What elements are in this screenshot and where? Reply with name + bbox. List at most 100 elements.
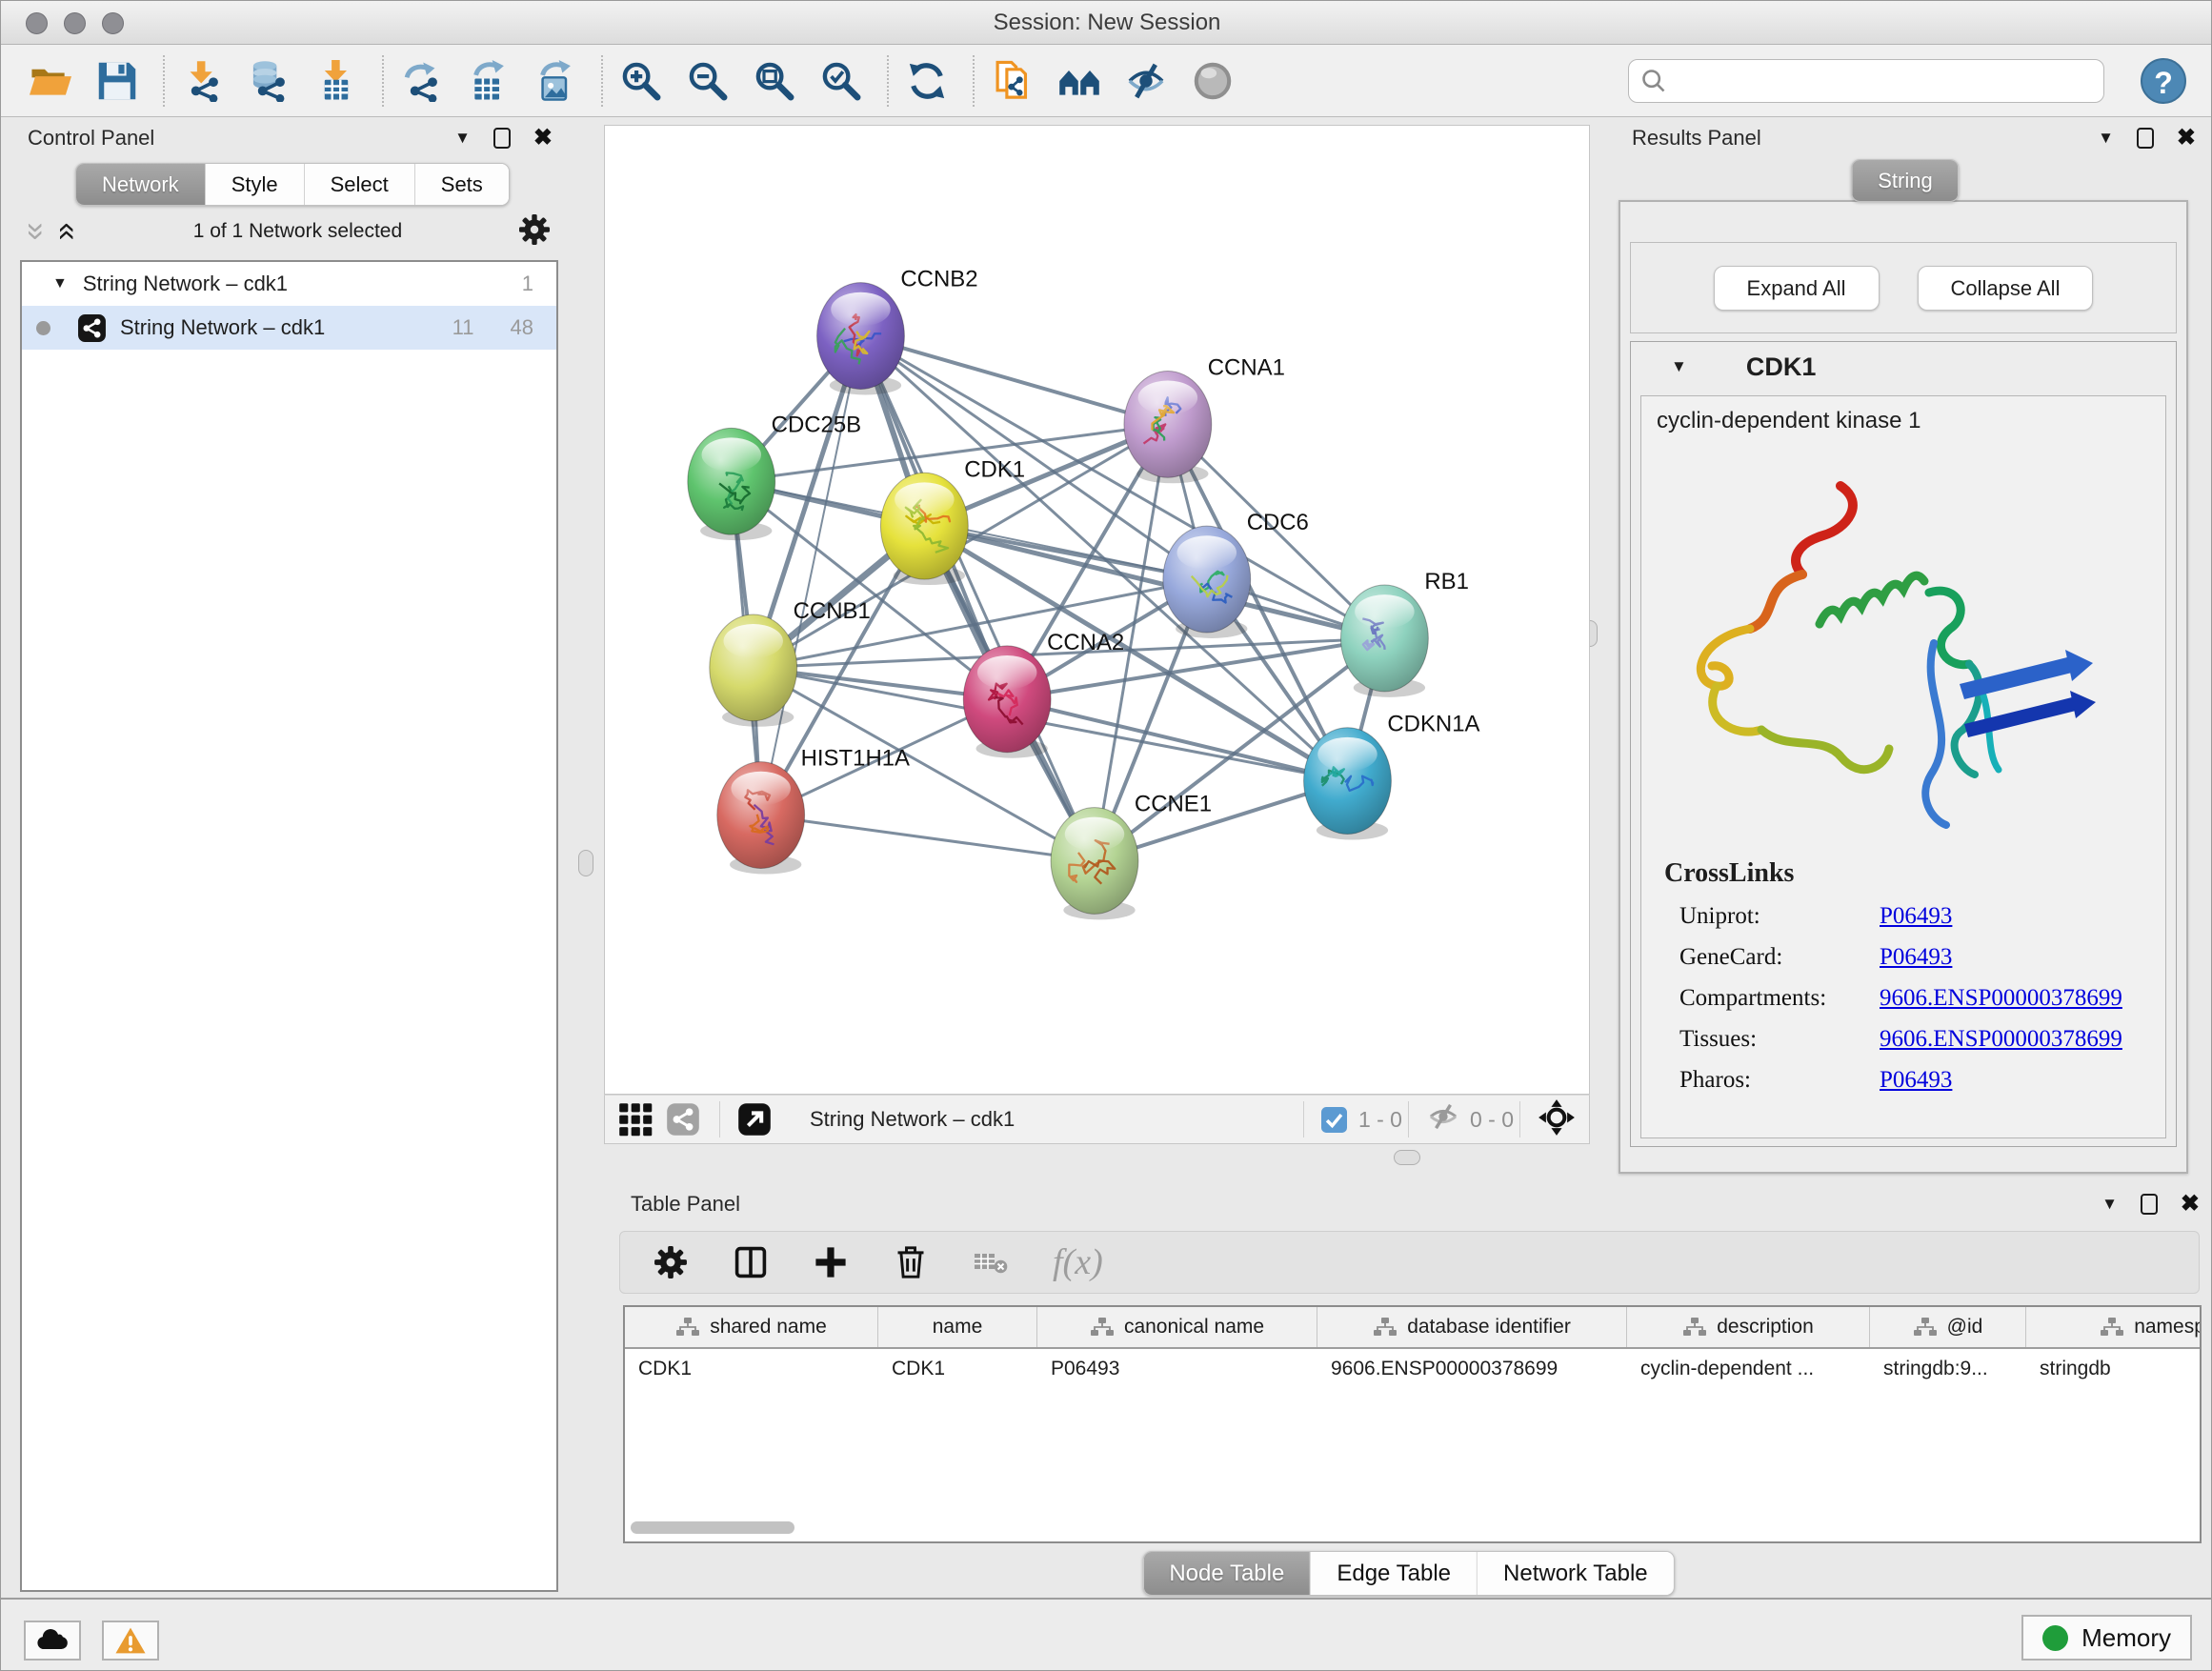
edge-CCNA2-CDKN1A[interactable] <box>1007 699 1347 781</box>
collapse-all-icon[interactable]: » <box>27 223 46 241</box>
edge-CCNB2-HIST1H1A[interactable] <box>761 336 861 815</box>
tab-select[interactable]: Select <box>305 164 415 205</box>
edge-HIST1H1A-CCNE1[interactable] <box>761 815 1095 861</box>
panel-maximize-icon[interactable] <box>493 128 511 149</box>
tab-sets[interactable]: Sets <box>415 164 509 205</box>
maximize-window-button[interactable] <box>102 12 124 34</box>
warning-icon <box>113 1626 148 1655</box>
hide-selected-icon <box>1125 60 1167 102</box>
open-session-button[interactable] <box>28 58 73 104</box>
gene-description: cyclin-dependent kinase 1 <box>1657 408 2165 434</box>
bottom-splitter-handle[interactable] <box>1394 1150 1420 1165</box>
collection-caret-icon[interactable]: ▼ <box>52 275 68 292</box>
crosslink-value-link[interactable]: 9606.ENSP00000378699 <box>1880 1026 2122 1053</box>
table-close-icon[interactable]: ✖ <box>2181 1194 2200 1215</box>
zoom-out-button[interactable] <box>685 58 731 104</box>
horizontal-scrollbar[interactable] <box>631 1521 794 1534</box>
node-CCNE1[interactable]: CCNE1 <box>1051 792 1212 920</box>
crosslink-value-link[interactable]: P06493 <box>1880 944 1952 971</box>
refresh-layout-button[interactable] <box>904 58 950 104</box>
tab-network-table[interactable]: Network Table <box>1478 1552 1674 1595</box>
show-all-button[interactable] <box>1190 58 1236 104</box>
network-tree: ▼ String Network – cdk1 1 String Network… <box>20 260 558 1592</box>
column-header-canonical-name[interactable]: canonical name <box>1037 1307 1317 1347</box>
export-image-button[interactable] <box>533 58 578 104</box>
tab-style[interactable]: Style <box>206 164 305 205</box>
first-neighbors-button[interactable] <box>1056 58 1102 104</box>
edge-CCNB2-CCNE1[interactable] <box>860 336 1095 861</box>
search-input[interactable] <box>1675 62 2103 100</box>
node-CCNA1[interactable]: CCNA1 <box>1124 354 1285 483</box>
birds-eye-navigator-icon[interactable] <box>1538 1098 1576 1141</box>
network-row-selected[interactable]: String Network – cdk1 11 48 <box>22 306 556 350</box>
node-CCNB2[interactable]: CCNB2 <box>817 267 978 395</box>
tab-network[interactable]: Network <box>76 164 206 205</box>
open-documents-button[interactable] <box>990 58 1036 104</box>
delete-column-icon[interactable] <box>893 1244 929 1280</box>
add-column-icon[interactable] <box>813 1244 849 1280</box>
zoom-selected-button[interactable] <box>818 58 864 104</box>
table-float-icon[interactable]: ▼ <box>2101 1195 2118 1214</box>
expand-all-button[interactable]: Expand All <box>1714 266 1880 311</box>
column-header-name[interactable]: name <box>878 1307 1037 1347</box>
node-HIST1H1A[interactable]: HIST1H1A <box>717 746 910 875</box>
network-canvas[interactable]: CCNB2CCNA1CDC25BCDK1CDC6RB1CCNB1CCNA2CDK… <box>604 125 1590 1095</box>
tab-string[interactable]: String <box>1852 160 1958 201</box>
export-network-button[interactable] <box>399 58 445 104</box>
network-options-gear-icon[interactable] <box>518 213 551 251</box>
memory-button[interactable]: Memory <box>2021 1615 2192 1661</box>
save-session-button[interactable] <box>94 58 140 104</box>
table-tabs: Node TableEdge TableNetwork Table <box>1142 1551 1674 1596</box>
results-maximize-icon[interactable] <box>2137 128 2154 149</box>
hide-selected-button[interactable] <box>1123 58 1169 104</box>
table-options-gear-icon[interactable] <box>653 1244 689 1280</box>
node-CDKN1A[interactable]: CDKN1A <box>1304 712 1480 840</box>
results-close-icon[interactable]: ✖ <box>2177 128 2196 149</box>
crosslink-value-link[interactable]: P06493 <box>1880 1067 1952 1094</box>
zoom-in-icon <box>620 60 662 102</box>
export-table-button[interactable] <box>466 58 512 104</box>
zoom-in-button[interactable] <box>618 58 664 104</box>
node-CDC6[interactable]: CDC6 <box>1163 510 1309 638</box>
detach-view-icon[interactable] <box>737 1102 772 1137</box>
import-network-file-button[interactable] <box>180 58 226 104</box>
zoom-fit-button[interactable] <box>752 58 797 104</box>
panel-float-icon[interactable]: ▼ <box>454 129 471 148</box>
crosslink-value-link[interactable]: 9606.ENSP00000378699 <box>1880 985 2122 1012</box>
gene-entry-header[interactable]: ▼ CDK1 <box>1631 342 2176 392</box>
selected-checkbox[interactable] <box>1321 1107 1347 1133</box>
network-collection-row[interactable]: ▼ String Network – cdk1 1 <box>22 262 556 306</box>
panel-close-icon[interactable]: ✖ <box>533 128 553 149</box>
crosslink-value-link[interactable]: P06493 <box>1880 903 1952 930</box>
table-maximize-icon[interactable] <box>2141 1194 2158 1215</box>
expand-all-icon[interactable]: « <box>58 223 77 241</box>
column-header-namespace[interactable]: namespace <box>2026 1307 2202 1347</box>
tab-node-table[interactable]: Node Table <box>1143 1552 1311 1595</box>
network-thumbnail-icon[interactable] <box>666 1102 700 1137</box>
close-window-button[interactable] <box>26 12 48 34</box>
cloud-status-button[interactable] <box>24 1621 81 1661</box>
column-header-database-identifier[interactable]: database identifier <box>1317 1307 1627 1347</box>
edge-CCNB2-CCNA1[interactable] <box>860 336 1167 425</box>
minimize-window-button[interactable] <box>64 12 86 34</box>
column-header-description[interactable]: description <box>1627 1307 1870 1347</box>
node-RB1[interactable]: RB1 <box>1340 569 1468 697</box>
column-header-shared-name[interactable]: shared name <box>625 1307 878 1347</box>
grid-view-icon[interactable] <box>618 1102 653 1137</box>
column-header-id[interactable]: @id <box>1870 1307 2026 1347</box>
import-network-database-button[interactable] <box>247 58 292 104</box>
help-button[interactable]: ? <box>2141 58 2186 104</box>
show-columns-icon[interactable] <box>733 1244 769 1280</box>
collapse-all-button[interactable]: Collapse All <box>1918 266 2094 311</box>
node-CDC25B[interactable]: CDC25B <box>688 412 861 540</box>
table-row[interactable]: CDK1CDK1P064939606.ENSP00000378699cyclin… <box>625 1349 2200 1389</box>
crosslink-row: GeneCard:P06493 <box>1679 944 2165 971</box>
table-panel-title: Table Panel <box>631 1192 740 1217</box>
warnings-button[interactable] <box>102 1621 159 1661</box>
gene-caret-icon[interactable]: ▼ <box>1671 357 1687 376</box>
import-table-button[interactable] <box>313 58 359 104</box>
left-splitter-handle[interactable] <box>578 850 593 876</box>
results-float-icon[interactable]: ▼ <box>2098 129 2114 148</box>
tab-edge-table[interactable]: Edge Table <box>1311 1552 1478 1595</box>
expand-collapse-bar: Expand All Collapse All <box>1630 242 2177 333</box>
